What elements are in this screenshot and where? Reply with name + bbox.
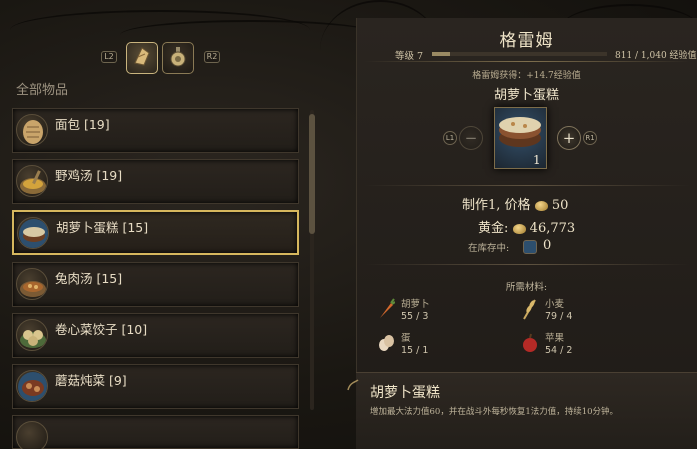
- divider: [364, 185, 690, 186]
- apple-icon: [521, 332, 539, 354]
- stock-value: 0: [543, 238, 552, 253]
- material-name: 苹果: [545, 333, 565, 344]
- flourish-icon: [346, 377, 360, 391]
- product-title: 胡萝卜蛋糕: [493, 88, 559, 103]
- egg-icon: [377, 332, 395, 354]
- potion-icon: [168, 45, 188, 71]
- list-scroll-thumb[interactable]: [309, 114, 315, 234]
- cake-icon: [523, 240, 537, 254]
- mushroom-stew-icon: [16, 370, 48, 402]
- xp-bar-fill: [432, 52, 450, 56]
- materials-title: 所需材料:: [505, 282, 548, 293]
- wheat-icon: [521, 298, 539, 320]
- bread-icon: [132, 45, 152, 71]
- material-name: 蛋: [401, 333, 411, 344]
- gold-value: 46,773: [529, 221, 576, 236]
- merchant-level: 等级 7: [395, 51, 424, 62]
- item-label: 兔肉汤 [15]: [55, 271, 123, 286]
- list-item[interactable]: 兔肉汤 [15]: [12, 262, 299, 307]
- gold-line: 黄金: 46,773: [478, 217, 575, 236]
- item-label: 蘑菇炖菜 [9]: [55, 373, 127, 388]
- category-tab-potions[interactable]: [162, 42, 194, 74]
- craft-price: 50: [551, 198, 569, 213]
- item-label: 卷心菜饺子 [10]: [55, 322, 148, 337]
- xp-text: 811 / 1,040 经验值: [615, 51, 697, 61]
- material-count: 79 / 4: [545, 311, 573, 322]
- plus-icon: +: [562, 129, 576, 147]
- description-text: 增加最大法力值60，并在战斗外每秒恢复1法力值，持续10分钟。: [370, 407, 619, 417]
- shoulder-right-hint: R2: [204, 51, 220, 63]
- stock-label: 在库存中:: [468, 243, 510, 254]
- shoulder-left-hint: L2: [101, 51, 117, 63]
- cake-icon: [17, 217, 49, 249]
- category-tab-food[interactable]: [126, 42, 158, 74]
- list-item[interactable]: 野鸡汤 [19]: [12, 159, 299, 204]
- gold-label: 黄金:: [478, 221, 509, 236]
- bread-icon: [16, 114, 48, 146]
- decrease-quantity-button[interactable]: −: [459, 126, 483, 150]
- side-right-hint: R1: [583, 131, 597, 145]
- craft-cost-line: 制作1, 价格 50: [462, 194, 568, 213]
- list-item[interactable]: 卷心菜饺子 [10]: [12, 313, 299, 358]
- item-label: 野鸡汤 [19]: [55, 168, 123, 183]
- xp-gain-text: 格雷姆获得：+14.7经验值: [472, 71, 581, 81]
- item-label: 胡萝卜蛋糕 [15]: [56, 220, 149, 235]
- divider: [364, 264, 690, 265]
- gold-coin-icon: [512, 223, 526, 234]
- material-count: 15 / 1: [401, 345, 429, 356]
- increase-quantity-button[interactable]: +: [557, 126, 581, 150]
- stew-icon: [16, 268, 48, 300]
- carrot-icon: [377, 298, 396, 320]
- soup-icon: [16, 165, 48, 197]
- gold-coin-icon: [534, 200, 548, 211]
- description-title: 胡萝卜蛋糕: [370, 385, 440, 401]
- material-count: 55 / 3: [401, 311, 429, 322]
- minus-icon: −: [464, 129, 478, 147]
- xp-bar: [432, 52, 607, 56]
- list-title: 全部物品: [16, 83, 69, 98]
- divider: [364, 61, 690, 62]
- material-name: 胡萝卜: [401, 299, 430, 310]
- list-item[interactable]: 蘑菇炖菜 [9]: [12, 364, 299, 409]
- list-item[interactable]: 面包 [19]: [12, 108, 299, 153]
- partial-item-icon: [16, 421, 48, 449]
- material-name: 小麦: [545, 299, 565, 310]
- product-quantity: 1: [533, 153, 541, 167]
- list-item[interactable]: [12, 415, 299, 449]
- item-label: 面包 [19]: [55, 117, 110, 132]
- side-left-hint: L1: [443, 131, 457, 145]
- craft-text: 制作1, 价格: [462, 198, 531, 213]
- dumpling-icon: [16, 319, 48, 351]
- material-count: 54 / 2: [545, 345, 573, 356]
- list-item[interactable]: 胡萝卜蛋糕 [15]: [12, 210, 299, 255]
